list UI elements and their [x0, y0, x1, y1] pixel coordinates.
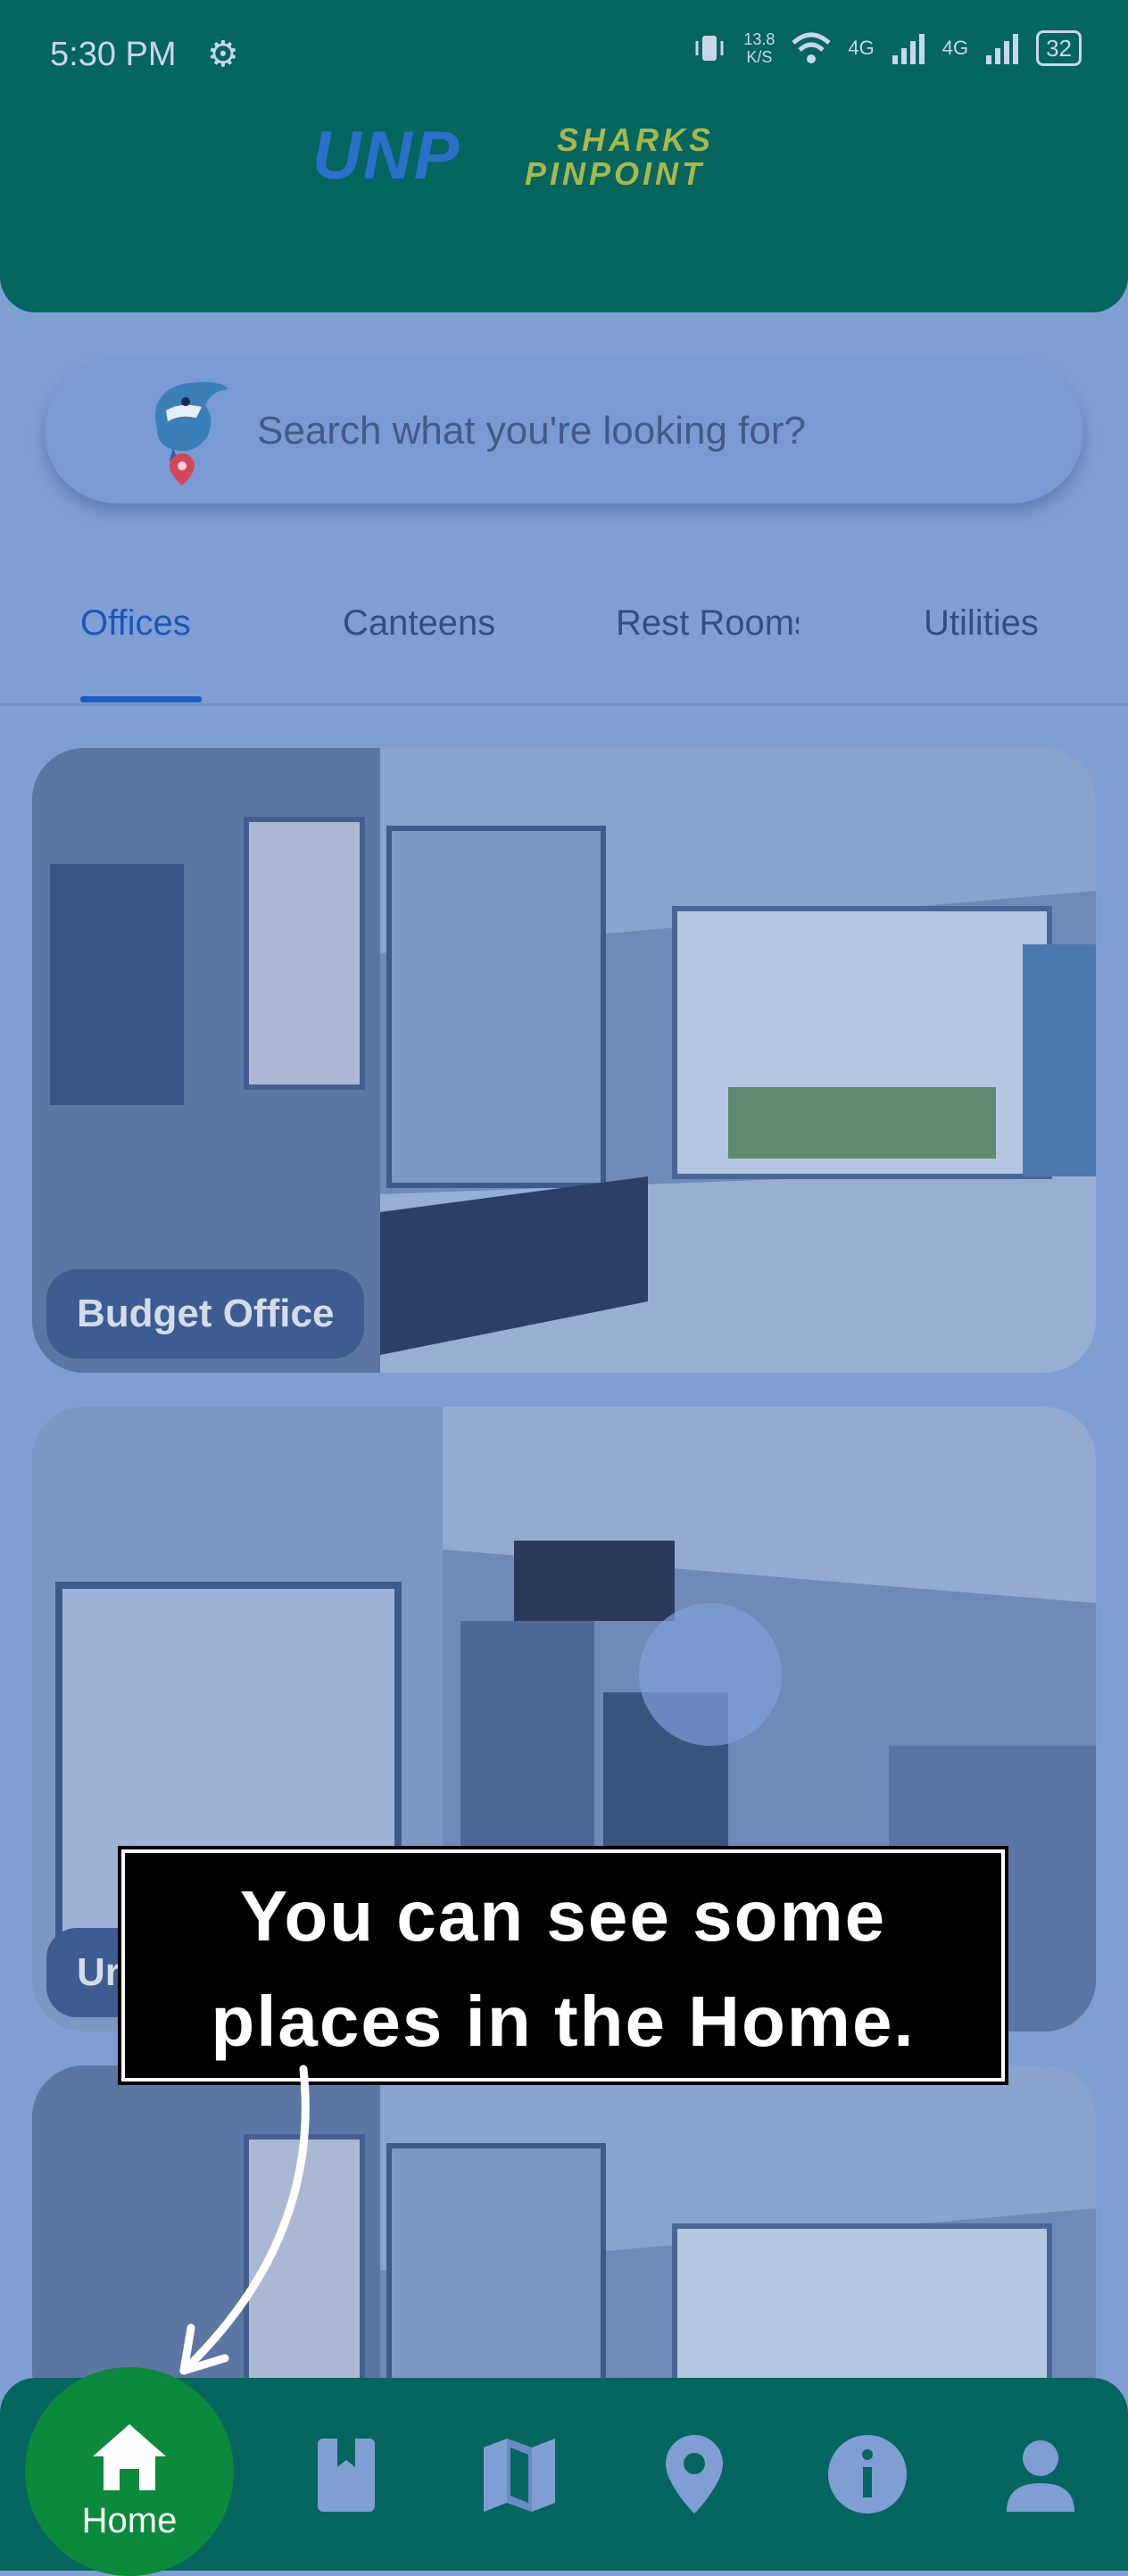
search-input[interactable]: Search what you're looking for?: [257, 409, 806, 453]
nav-home-label: Home: [81, 2501, 178, 2540]
battery-indicator: 32: [1036, 30, 1082, 66]
settings-gear-icon: ⚙: [207, 35, 239, 74]
network-type-2: 4G: [941, 37, 969, 59]
signal-icon: [986, 34, 1019, 64]
status-indicators: 13.8 K/S 4G 4G 32: [692, 30, 1082, 66]
net-speed-unit: K/S: [746, 48, 773, 66]
logo-line-sharks: SHARKS: [557, 121, 715, 158]
info-icon[interactable]: [825, 2431, 910, 2517]
location-pin-icon[interactable]: [651, 2431, 737, 2517]
wifi-icon: [792, 32, 832, 63]
vibrate-icon: [695, 36, 724, 61]
tab-utilities[interactable]: Utilities: [924, 603, 1039, 644]
tooltip-line-1: You can see some: [239, 1876, 887, 1956]
status-bar: 5:30 PM ⚙ 13.8 K/S 4G 4G 32: [0, 0, 1128, 107]
active-tab-indicator: [80, 696, 202, 702]
net-speed-value: 13.8: [743, 30, 776, 48]
tab-rest-rooms[interactable]: Rest Rooms: [616, 603, 799, 644]
book-icon[interactable]: [303, 2431, 389, 2517]
tab-canteens[interactable]: Canteens: [343, 603, 495, 644]
tab-offices[interactable]: Offices: [80, 603, 191, 644]
app-logo: UNP SHARKS PINPOINT: [312, 120, 821, 193]
place-card-budget-office[interactable]: Budget Office: [32, 748, 1096, 1373]
signal-icon: [892, 34, 925, 64]
nav-home-button[interactable]: Home: [25, 2367, 234, 2576]
logo-unp-text: UNP: [312, 118, 461, 194]
logo-line-pinpoint: PINPOINT: [525, 155, 706, 192]
person-icon[interactable]: [998, 2431, 1083, 2517]
network-type-1: 4G: [848, 37, 875, 59]
map-icon[interactable]: [477, 2431, 562, 2517]
logo-right-text: SHARKS PINPOINT: [525, 123, 714, 191]
home-icon: [93, 2424, 166, 2490]
card-label: Budget Office: [46, 1269, 365, 1359]
category-tabs: Offices Canteens Rest Rooms Utilities: [0, 553, 1128, 706]
onboarding-tooltip: You can see some places in the Home.: [118, 1846, 1008, 2085]
tooltip-arrow-icon: [179, 2065, 310, 2375]
tooltip-line-2: places in the Home.: [211, 1982, 916, 2061]
search-bar[interactable]: Search what you're looking for?: [45, 359, 1083, 503]
status-time: 5:30 PM: [50, 36, 177, 73]
shark-mascot-icon: [155, 382, 228, 486]
network-speed: 13.8 K/S: [743, 30, 775, 66]
